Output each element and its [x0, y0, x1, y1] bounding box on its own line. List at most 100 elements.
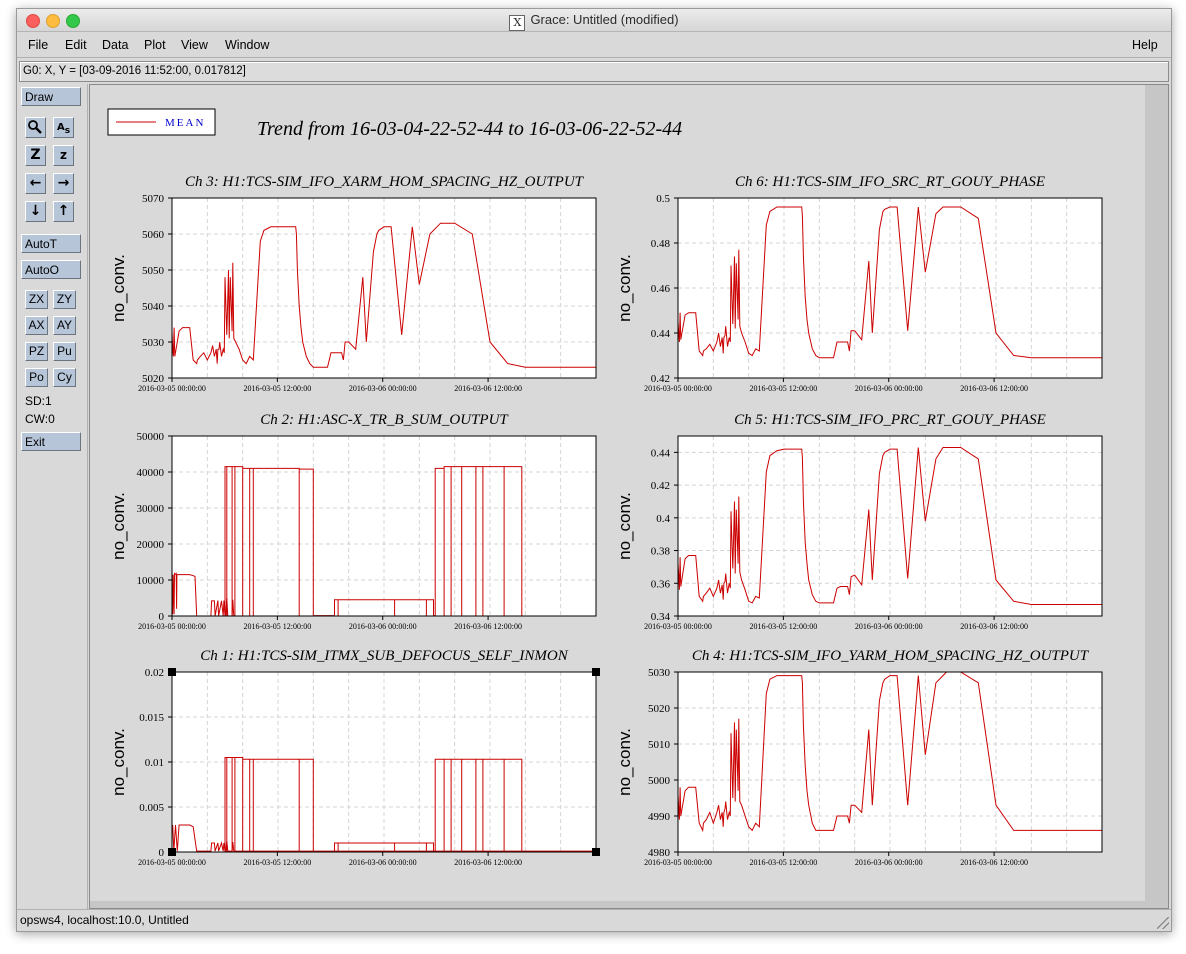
chart-5: Ch 1: H1:TCS-SIM_ITMX_SUB_DEFOCUS_SELF_I… [109, 648, 600, 867]
autoscale-z-icon[interactable]: Z [25, 145, 46, 166]
text-icon-glyph: A [56, 122, 65, 133]
y-tick-label: 10000 [137, 575, 165, 587]
up-arrow-icon[interactable]: ↑ [53, 201, 74, 222]
x-tick-label: 2016-03-06 12:00:00 [454, 858, 522, 867]
locator-readout: G0: X, Y = [03-09-2016 11:52:00, 0.01781… [19, 61, 1169, 82]
x-tick-label: 2016-03-05 12:00:00 [243, 384, 311, 393]
x-tick-label: 2016-03-06 00:00:00 [349, 858, 417, 867]
po-button[interactable]: Po [25, 368, 48, 387]
plot-canvas[interactable]: MEAN Trend from 16-03-04-22-52-44 to 16-… [90, 85, 1145, 901]
menu-data[interactable]: Data [102, 38, 128, 52]
y-tick-label: 4990 [648, 811, 671, 823]
y-tick-label: 0.48 [651, 238, 671, 250]
zy-button[interactable]: ZY [53, 290, 76, 309]
chart-grid: Ch 3: H1:TCS-SIM_IFO_XARM_HOM_SPACING_HZ… [109, 174, 1103, 867]
y-tick-label: 5070 [142, 193, 165, 205]
pu-button[interactable]: Pu [53, 342, 76, 361]
menu-edit[interactable]: Edit [65, 38, 87, 52]
tool-bar: Draw As Z z ← → ↓ ↑ AutoT AutoO ZX ZY AX… [17, 84, 88, 909]
y-tick-label: 0.005 [139, 802, 164, 814]
x-tick-label: 2016-03-05 00:00:00 [644, 622, 712, 631]
menu-window[interactable]: Window [225, 38, 269, 52]
selection-handle [592, 668, 600, 676]
menu-help[interactable]: Help [1132, 38, 1158, 52]
y-tick-label: 0.36 [651, 578, 671, 590]
chart-1: Ch 3: H1:TCS-SIM_IFO_XARM_HOM_SPACING_HZ… [109, 174, 597, 393]
y-tick-label: 0.44 [651, 447, 671, 459]
current-world-label: CW:0 [25, 412, 55, 426]
menu-file[interactable]: File [28, 38, 48, 52]
autot-button[interactable]: AutoT [21, 234, 81, 253]
left-arrow-icon[interactable]: ← [25, 173, 46, 194]
plot-svg: MEAN Trend from 16-03-04-22-52-44 to 16-… [107, 108, 1103, 867]
x-tick-label: 2016-03-06 12:00:00 [454, 622, 522, 631]
menu-view[interactable]: View [181, 38, 208, 52]
autoscale-small-z-icon[interactable]: z [53, 145, 74, 166]
y-tick-label: 20000 [137, 539, 165, 551]
chart-title: Ch 5: H1:TCS-SIM_IFO_PRC_RT_GOUY_PHASE [734, 412, 1046, 428]
x-tick-label: 2016-03-06 12:00:00 [960, 858, 1028, 867]
y-tick-label: 5050 [142, 265, 165, 277]
y-tick-label: 0.01 [145, 757, 164, 769]
x-tick-label: 2016-03-05 00:00:00 [138, 622, 206, 631]
x-tick-label: 2016-03-06 00:00:00 [349, 622, 417, 631]
y-tick-label: 5010 [648, 739, 671, 751]
right-arrow-icon[interactable]: → [53, 173, 74, 194]
cy-button[interactable]: Cy [53, 368, 76, 387]
y-axis-label: no_conv. [615, 254, 634, 322]
x-tick-label: 2016-03-06 12:00:00 [454, 384, 522, 393]
menu-bar: File Edit Data Plot View Window Help [17, 32, 1171, 58]
y-tick-label: 0.46 [651, 283, 671, 295]
status-text: opsws4, localhost:10.0, Untitled [20, 913, 189, 927]
page-title: Trend from 16-03-04-22-52-44 to 16-03-06… [257, 118, 682, 140]
chart-title: Ch 1: H1:TCS-SIM_ITMX_SUB_DEFOCUS_SELF_I… [200, 648, 568, 664]
plot-area [172, 436, 596, 616]
down-arrow-icon[interactable]: ↓ [25, 201, 46, 222]
plot-area [172, 198, 596, 378]
x-tick-label: 2016-03-05 00:00:00 [644, 858, 712, 867]
text-icon[interactable]: As [53, 117, 74, 138]
menu-plot[interactable]: Plot [144, 38, 166, 52]
plot-area [678, 436, 1102, 616]
zx-button[interactable]: ZX [25, 290, 48, 309]
x-tick-label: 2016-03-05 00:00:00 [644, 384, 712, 393]
y-tick-label: 5020 [648, 703, 671, 715]
y-tick-label: 0.015 [139, 712, 164, 724]
resize-grip-icon[interactable] [1157, 917, 1169, 929]
y-tick-label: 5030 [142, 337, 165, 349]
y-tick-label: 50000 [137, 431, 165, 443]
ay-button[interactable]: AY [53, 316, 76, 335]
chart-3: Ch 2: H1:ASC-X_TR_B_SUM_OUTPUT0100002000… [109, 412, 597, 631]
selection-handle [168, 848, 176, 856]
selection-handle [168, 668, 176, 676]
chart-title: Ch 6: H1:TCS-SIM_IFO_SRC_RT_GOUY_PHASE [735, 174, 1045, 190]
chart-title: Ch 2: H1:ASC-X_TR_B_SUM_OUTPUT [260, 412, 509, 428]
exit-button[interactable]: Exit [21, 432, 81, 451]
autoo-button[interactable]: AutoO [21, 260, 81, 279]
chart-title: Ch 3: H1:TCS-SIM_IFO_XARM_HOM_SPACING_HZ… [185, 174, 585, 190]
ax-button[interactable]: AX [25, 316, 48, 335]
draw-button[interactable]: Draw [21, 87, 81, 106]
y-tick-label: 5030 [648, 667, 671, 679]
y-axis-label: no_conv. [109, 728, 128, 796]
zoom-icon[interactable] [25, 117, 46, 138]
pz-button[interactable]: PZ [25, 342, 48, 361]
y-tick-label: 40000 [137, 467, 165, 479]
y-tick-label: 30000 [137, 503, 165, 515]
x-tick-label: 2016-03-05 12:00:00 [243, 858, 311, 867]
stack-depth-label: SD:1 [25, 394, 52, 408]
y-axis-label: no_conv. [615, 728, 634, 796]
chart-title: Ch 4: H1:TCS-SIM_IFO_YARM_HOM_SPACING_HZ… [692, 648, 1090, 664]
x-tick-label: 2016-03-06 12:00:00 [960, 384, 1028, 393]
window-title: Grace: Untitled (modified) [530, 12, 679, 27]
canvas-viewport[interactable]: MEAN Trend from 16-03-04-22-52-44 to 16-… [89, 84, 1169, 909]
x-tick-label: 2016-03-06 12:00:00 [960, 622, 1028, 631]
chart-6: Ch 4: H1:TCS-SIM_IFO_YARM_HOM_SPACING_HZ… [615, 648, 1103, 867]
legend-box: MEAN [107, 108, 216, 136]
x-tick-label: 2016-03-05 00:00:00 [138, 858, 206, 867]
x11-icon: X [509, 15, 526, 31]
x-tick-label: 2016-03-06 00:00:00 [855, 622, 923, 631]
grace-window: X Grace: Untitled (modified) File Edit Da… [16, 8, 1172, 932]
y-tick-label: 0.42 [651, 480, 670, 492]
y-tick-label: 5000 [648, 775, 671, 787]
